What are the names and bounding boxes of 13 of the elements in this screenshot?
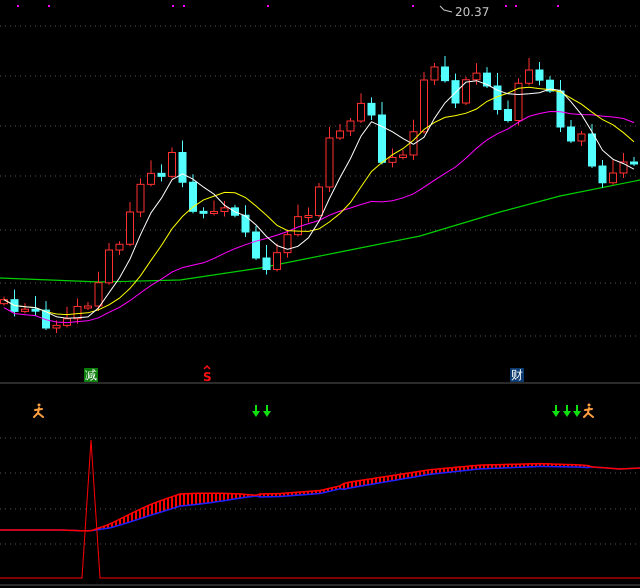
signal-tag: 减 — [84, 368, 98, 382]
down-arrow-icon — [573, 405, 581, 417]
high-price-label: 20.37 — [455, 5, 490, 19]
signal-letter: S — [202, 370, 213, 384]
runner-icon — [33, 404, 44, 418]
leader-line — [440, 6, 452, 12]
caret-icon — [203, 364, 211, 370]
down-arrow-icon — [563, 405, 571, 417]
signal-tag: 财 — [510, 368, 524, 382]
down-arrow-icon — [263, 405, 271, 417]
runner-icon — [583, 404, 594, 418]
down-arrow-icon — [252, 405, 260, 417]
down-arrow-icon — [552, 405, 560, 417]
